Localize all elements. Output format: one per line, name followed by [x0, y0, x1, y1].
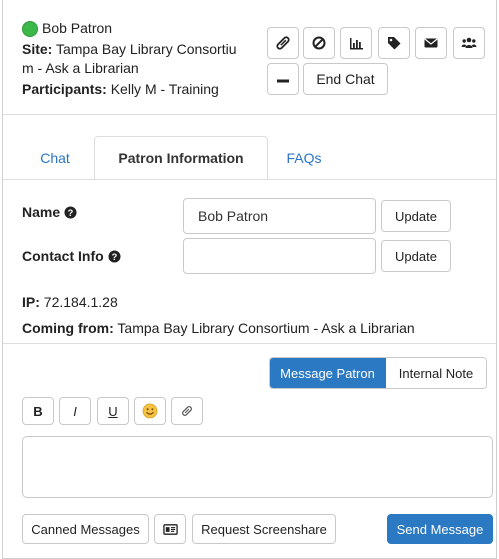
svg-text:?: ?	[68, 207, 74, 217]
block-icon	[312, 36, 326, 50]
bar-chart-icon	[350, 38, 363, 50]
ip-label: IP:	[22, 294, 40, 310]
italic-button[interactable]: I	[59, 397, 91, 425]
site-line: Site: Tampa Bay Library Consortiu	[22, 40, 237, 59]
paperclip-icon	[276, 36, 290, 50]
site-value-line1: Tampa Bay Library Consortiu	[55, 41, 237, 57]
tab-chat[interactable]: Chat	[22, 136, 88, 180]
coming-from-label: Coming from:	[22, 320, 114, 336]
users-icon	[461, 37, 477, 48]
participants-label: Participants:	[22, 81, 107, 97]
question-circle-icon: ?	[108, 249, 121, 263]
contact-info-label: Contact Info	[22, 248, 104, 264]
tab-patron-information[interactable]: Patron Information	[94, 136, 268, 180]
email-transcript-button[interactable]	[415, 27, 447, 59]
update-name-button[interactable]: Update	[381, 200, 451, 232]
header-divider	[3, 114, 496, 115]
internal-note-toggle[interactable]: Internal Note	[386, 358, 486, 388]
minimize-button[interactable]	[267, 63, 299, 95]
end-chat-button[interactable]: End Chat	[303, 63, 388, 95]
tag-button[interactable]	[378, 27, 410, 59]
underline-button[interactable]: U	[97, 397, 129, 425]
tag-icon	[388, 37, 401, 50]
name-label-row: Name ?	[22, 204, 77, 220]
transfer-button[interactable]	[453, 27, 485, 59]
ip-line: IP: 72.184.1.28	[22, 294, 118, 310]
name-label: Name	[22, 204, 61, 220]
site-value-line2: m - Ask a Librarian	[22, 60, 139, 76]
ip-value: 72.184.1.28	[43, 294, 118, 310]
participants-line: Participants: Kelly M - Training	[22, 80, 219, 99]
attach-file-button[interactable]	[267, 27, 299, 59]
info-divider	[3, 343, 496, 344]
coming-from-value: Tampa Bay Library Consortium - Ask a Lib…	[117, 320, 415, 336]
message-patron-toggle[interactable]: Message Patron	[270, 358, 386, 388]
contact-info-input[interactable]	[183, 238, 376, 274]
id-card-icon	[162, 523, 178, 535]
site-label: Site:	[22, 41, 53, 57]
question-circle-icon: ?	[64, 205, 77, 219]
paperclip-icon	[182, 406, 192, 416]
coming-from-line: Coming from: Tampa Bay Library Consortiu…	[22, 320, 415, 336]
tabs-divider	[3, 179, 496, 180]
link-button[interactable]	[171, 397, 203, 425]
contact-label-row: Contact Info ?	[22, 248, 121, 264]
bold-button[interactable]: B	[22, 397, 54, 425]
emoji-button[interactable]	[134, 397, 166, 425]
canned-messages-button[interactable]: Canned Messages	[22, 514, 149, 544]
envelope-icon	[424, 38, 438, 48]
contact-card-button[interactable]	[154, 514, 186, 544]
svg-text:?: ?	[111, 251, 117, 261]
send-message-button[interactable]: Send Message	[387, 514, 493, 544]
update-contact-button[interactable]: Update	[381, 240, 451, 272]
stats-button[interactable]	[340, 27, 372, 59]
name-input[interactable]	[183, 198, 376, 234]
message-mode-toggle: Message Patron Internal Note	[269, 357, 487, 389]
tab-faqs[interactable]: FAQs	[273, 136, 335, 180]
chat-panel: Bob Patron Site: Tampa Bay Library Conso…	[2, 0, 497, 559]
minimize-icon	[277, 79, 289, 83]
online-status-icon	[22, 21, 38, 37]
block-patron-button[interactable]	[303, 27, 335, 59]
smiley-icon	[142, 403, 158, 419]
message-textarea[interactable]	[22, 436, 493, 498]
request-screenshare-button[interactable]: Request Screenshare	[192, 514, 336, 544]
patron-name: Bob Patron	[42, 20, 113, 36]
participants-value: Kelly M - Training	[110, 81, 219, 97]
